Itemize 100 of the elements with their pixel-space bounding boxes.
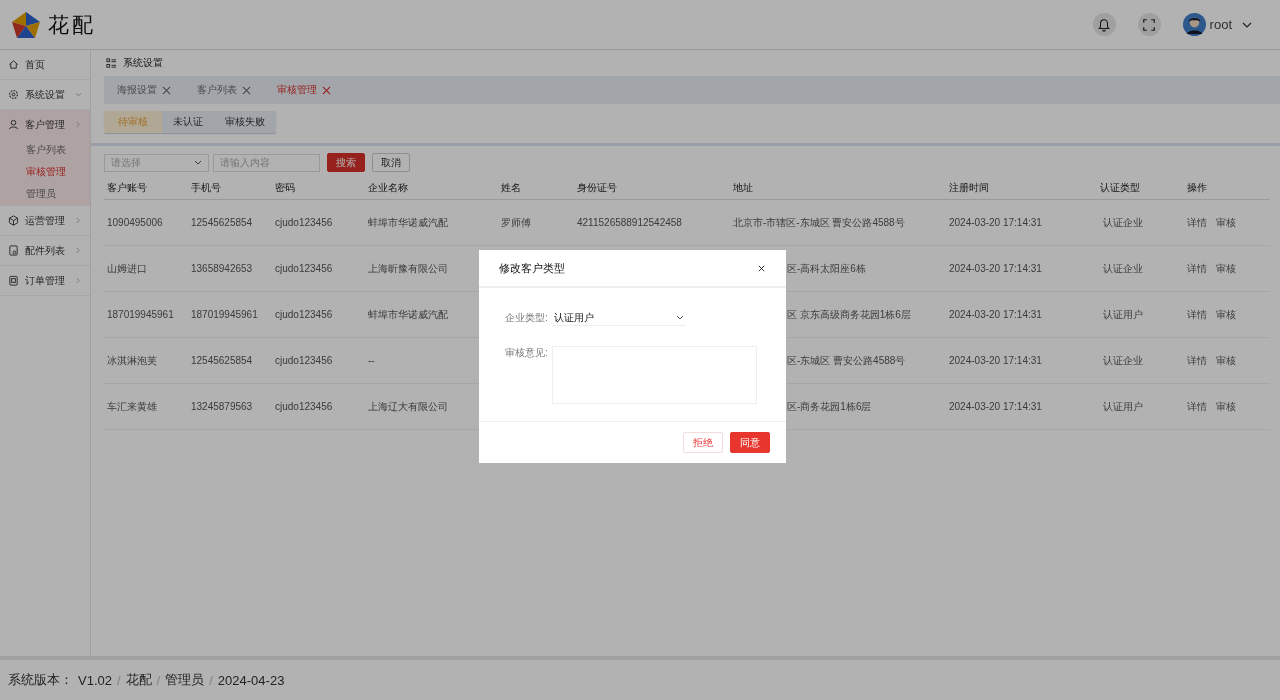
- field-label: 审核意见:: [505, 346, 548, 360]
- table-cell: 2024-03-20 17:14:31: [949, 263, 1042, 274]
- column-header: 姓名: [500, 181, 522, 195]
- column-header: 注册时间: [948, 181, 990, 195]
- column-header: 密码: [274, 181, 296, 195]
- notification-bell-icon[interactable]: [1092, 13, 1116, 36]
- table-cell: 山姆进口: [107, 262, 147, 274]
- footer-item: 管理员: [165, 671, 205, 689]
- table-cell: 区-商务花园1栋6层: [787, 400, 872, 412]
- table-cell: 2024-03-20 17:14:31: [949, 309, 1042, 320]
- table-cell: cjudo123456: [275, 309, 333, 320]
- column-header: 身份证号: [576, 181, 618, 195]
- footer-item: 2024-04-23: [217, 672, 285, 688]
- table-cell: 187019945961: [107, 309, 174, 320]
- document-icon: [8, 245, 19, 256]
- select-field[interactable]: 认证用户: [551, 310, 686, 326]
- separator: /: [117, 672, 121, 688]
- action-link[interactable]: 审核: [1216, 307, 1236, 322]
- page-tab[interactable]: 审核管理: [277, 83, 317, 97]
- table-cell: 蚌埠市华诺威汽配: [368, 216, 448, 228]
- table-cell: 1090495006: [107, 217, 163, 228]
- separator: /: [156, 672, 161, 688]
- sidebar-item[interactable]: 订单管理: [0, 266, 90, 295]
- table-cell: cjudo123456: [275, 217, 333, 228]
- sidebar-item[interactable]: 首页: [0, 50, 90, 79]
- cancel-button[interactable]: 取消: [372, 153, 410, 172]
- table-cell: 车汇来黄雄: [107, 400, 157, 412]
- close-icon[interactable]: [757, 263, 766, 273]
- caret-icon[interactable]: [1242, 21, 1252, 28]
- table-cell: cjudo123456: [275, 401, 333, 412]
- table-cell: 13658942653: [191, 263, 253, 274]
- table-cell: 认证用户: [1103, 308, 1143, 320]
- page-tab[interactable]: 海报设置: [117, 83, 157, 97]
- table-cell: --: [368, 355, 375, 366]
- table-cell: 蚌埠市华诺威汽配: [368, 308, 448, 320]
- table-cell: 冰淇淋泡芙: [107, 354, 157, 366]
- table-cell: 187019945961: [191, 309, 258, 320]
- separator: /: [209, 672, 213, 688]
- column-header: 认证类型: [1099, 181, 1141, 195]
- column-header: 地址: [732, 181, 754, 195]
- action-link[interactable]: 审核: [1216, 215, 1236, 230]
- table-cell: 2024-03-20 17:14:31: [949, 401, 1042, 412]
- footer-item: V1.02: [78, 672, 112, 688]
- caret-icon: [675, 315, 684, 320]
- chevron-down-icon: [75, 92, 82, 97]
- table-cell: 上海昕豫有限公司: [368, 262, 448, 274]
- caret-icon: [194, 160, 202, 165]
- table-cell: 认证用户: [1103, 400, 1143, 412]
- sidebar-item[interactable]: 客户管理: [0, 110, 90, 139]
- column-header: 操作: [1186, 181, 1208, 195]
- fullscreen-icon[interactable]: [1137, 13, 1161, 36]
- sidebar-subitem[interactable]: 客户列表: [0, 139, 90, 161]
- table-cell: cjudo123456: [275, 355, 333, 366]
- clipboard-icon: [8, 275, 19, 286]
- logo-text: 花配: [48, 11, 96, 39]
- table-cell: 上海辽大有限公司: [368, 400, 448, 412]
- table-cell: cjudo123456: [275, 263, 333, 274]
- table-cell: 4211526588912542458: [577, 217, 682, 228]
- column-header: 手机号: [190, 181, 222, 195]
- sidebar-item[interactable]: 运营管理: [0, 206, 90, 235]
- table-cell: 北京市-市辖区-东城区 曹安公路4588号: [733, 216, 905, 228]
- sidebar-subitem[interactable]: 审核管理: [0, 161, 90, 183]
- list-icon: [106, 57, 117, 69]
- action-link[interactable]: 详情: [1187, 307, 1207, 322]
- search-button[interactable]: 搜索: [327, 153, 365, 172]
- table-cell: 2024-03-20 17:14:31: [949, 355, 1042, 366]
- action-link[interactable]: 详情: [1187, 399, 1207, 414]
- action-link[interactable]: 审核: [1216, 399, 1236, 414]
- column-header: 企业名称: [367, 181, 409, 195]
- chevron-right-icon: [76, 247, 80, 254]
- status-tab[interactable]: 审核失败: [214, 111, 276, 133]
- user-icon: [8, 119, 19, 130]
- dialog-title: 修改客户类型: [499, 260, 565, 276]
- column-header: 客户账号: [106, 181, 148, 195]
- home-icon: [8, 59, 19, 70]
- avatar-icon[interactable]: [1182, 13, 1206, 36]
- version-label: 系统版本：: [8, 671, 73, 689]
- sidebar-item[interactable]: 系统设置: [0, 80, 90, 109]
- status-tab[interactable]: 未认证: [162, 111, 214, 133]
- page-tab[interactable]: 客户列表: [197, 83, 237, 97]
- chevron-right-icon: [76, 217, 80, 224]
- table-cell: 13245879563: [191, 401, 253, 412]
- action-link[interactable]: 审核: [1216, 261, 1236, 276]
- action-link[interactable]: 详情: [1187, 353, 1207, 368]
- table-cell: 认证企业: [1103, 354, 1143, 366]
- user-name[interactable]: root: [1209, 17, 1232, 32]
- table-cell: 2024-03-20 17:14:31: [949, 217, 1042, 228]
- breadcrumb: 系统设置: [123, 56, 163, 70]
- reject-button[interactable]: 拒绝: [683, 432, 723, 453]
- action-link[interactable]: 详情: [1187, 261, 1207, 276]
- footer-item: 花配: [125, 671, 152, 689]
- box-icon: [8, 215, 19, 226]
- sidebar-subitem[interactable]: 管理员: [0, 183, 90, 205]
- action-link[interactable]: 详情: [1187, 215, 1207, 230]
- action-link[interactable]: 审核: [1216, 353, 1236, 368]
- table-cell: 认证企业: [1103, 262, 1143, 274]
- table-cell: 罗师傅: [501, 216, 531, 228]
- sidebar-item[interactable]: 配件列表: [0, 236, 90, 265]
- settings-icon: [8, 89, 19, 100]
- approve-button[interactable]: 同意: [730, 432, 770, 453]
